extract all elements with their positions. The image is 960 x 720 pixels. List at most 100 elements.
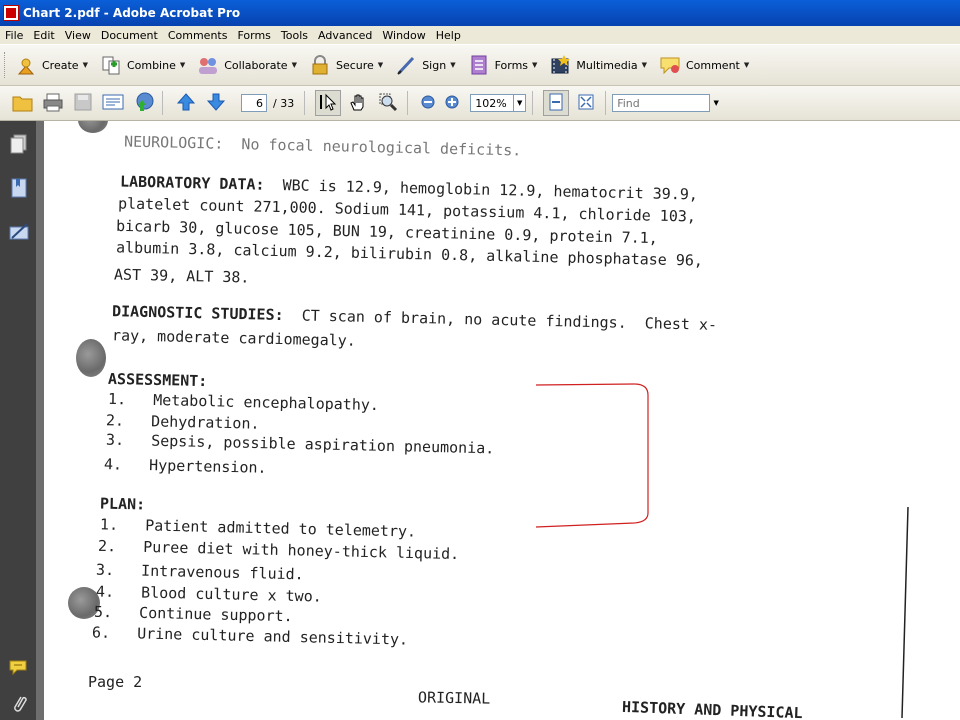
zoom-level-input[interactable] [470, 94, 515, 112]
bookmarks-panel-button[interactable] [8, 177, 30, 201]
zoom-in-button[interactable] [442, 90, 462, 116]
comment-icon [659, 54, 681, 76]
next-page-button[interactable] [203, 90, 229, 116]
plan-item: 1. Patient admitted to telemetry. [99, 515, 417, 541]
red-bracket-annotation[interactable] [534, 379, 654, 531]
assessment-item: 3. Sepsis, possible aspiration pneumonia… [105, 430, 495, 458]
comments-panel-button[interactable] [8, 657, 30, 681]
chevron-down-icon: ▼ [517, 99, 523, 107]
signature-icon [8, 221, 30, 246]
zoom-out-button[interactable] [418, 90, 438, 116]
toolbar-separator [407, 91, 409, 115]
menu-document[interactable]: Document [96, 29, 163, 42]
fit-width-icon [546, 92, 566, 115]
marquee-zoom-button[interactable] [375, 90, 401, 116]
margin-line [901, 506, 909, 719]
navigation-panel [0, 121, 36, 720]
attachments-panel-button[interactable] [8, 693, 30, 717]
menu-advanced[interactable]: Advanced [313, 29, 377, 42]
comments-icon [8, 658, 30, 681]
select-tool-button[interactable] [315, 90, 342, 116]
menu-help[interactable]: Help [431, 29, 466, 42]
lab-data-line-5: AST 39, ALT 38. [113, 265, 250, 287]
scanned-page: NEUROLOGIC: No focal neurological defici… [44, 121, 960, 720]
panel-splitter[interactable] [36, 121, 44, 720]
multimedia-button[interactable]: Multimedia ▼ [549, 51, 647, 79]
multimedia-icon [549, 54, 571, 76]
open-button[interactable] [10, 90, 36, 116]
assessment-label: ASSESSMENT: [107, 369, 208, 391]
email-button[interactable] [100, 90, 126, 116]
navigation-toolbar: / 33 ▼ ▼ [0, 86, 960, 121]
toolbar-separator [605, 91, 607, 115]
toolbar-separator [304, 91, 306, 115]
sign-button[interactable]: Sign ▼ [395, 51, 456, 79]
assessment-item: 2. Dehydration. [105, 411, 260, 433]
bookmark-icon [9, 177, 29, 202]
comment-button[interactable]: Comment ▼ [659, 51, 749, 79]
menu-comments[interactable]: Comments [163, 29, 233, 42]
collaborate-button[interactable]: Collaborate ▼ [197, 51, 297, 79]
save-button[interactable] [70, 90, 96, 116]
chevron-down-icon: ▼ [743, 61, 750, 69]
diagnostic-line-2: ray, moderate cardiomegaly. [111, 326, 357, 350]
menu-forms[interactable]: Forms [232, 29, 275, 42]
document-view[interactable]: NEUROLOGIC: No focal neurological defici… [44, 121, 960, 720]
secure-button[interactable]: Secure ▼ [309, 51, 383, 79]
zoom-dropdown-button[interactable]: ▼ [514, 94, 527, 112]
chevron-down-icon: ▼ [641, 61, 647, 69]
page-label: Page 2 [88, 673, 143, 691]
upload-button[interactable] [130, 90, 156, 116]
neurologic-line: NEUROLOGIC: No focal neurological defici… [123, 132, 522, 160]
print-button[interactable] [40, 90, 66, 116]
punch-hole [76, 339, 106, 377]
tasks-toolbar: Create ▼ Combine ▼ Collaborate ▼ Secure ▼ Si… [0, 45, 960, 86]
find-input[interactable] [612, 94, 711, 112]
menu-view[interactable]: View [60, 29, 96, 42]
create-button[interactable]: Create ▼ [15, 51, 88, 79]
magnifier-icon [378, 92, 398, 115]
forms-button[interactable]: Forms ▼ [468, 51, 538, 79]
lock-icon [309, 54, 331, 76]
menu-file[interactable]: File [0, 29, 28, 42]
previous-page-button[interactable] [173, 90, 199, 116]
assessment-item: 4. Hypertension. [103, 455, 267, 477]
toolbar-separator [532, 91, 534, 115]
original-stamp: ORIGINAL [417, 688, 491, 708]
chevron-down-icon: ▼ [377, 61, 384, 69]
plan-item: 2. Puree diet with honey-thick liquid. [97, 536, 460, 564]
arrow-up-icon [176, 92, 196, 115]
full-screen-button[interactable] [573, 90, 599, 116]
plan-item: 4. Blood culture x two. [95, 582, 322, 606]
find-dropdown-button[interactable]: ▼ [710, 94, 722, 112]
signatures-panel-button[interactable] [8, 221, 30, 245]
page-number-input[interactable] [241, 94, 267, 112]
window-title: Chart 2.pdf - Adobe Acrobat Pro [23, 6, 241, 20]
acrobat-app-icon [3, 5, 19, 21]
title-bar: Chart 2.pdf - Adobe Acrobat Pro [0, 0, 960, 26]
chevron-down-icon: ▼ [179, 61, 186, 69]
combine-button[interactable]: Combine ▼ [100, 51, 185, 79]
globe-upload-icon [132, 91, 154, 116]
menu-window[interactable]: Window [377, 29, 430, 42]
diagnostic-studies-label: DIAGNOSTIC STUDIES: [111, 302, 284, 325]
menu-edit[interactable]: Edit [28, 29, 59, 42]
printer-icon [42, 92, 64, 115]
scrolling-mode-button[interactable] [543, 90, 570, 116]
zoom-in-icon [444, 94, 460, 113]
hand-tool-button[interactable] [345, 90, 371, 116]
paperclip-icon [9, 693, 29, 718]
hand-icon [348, 92, 368, 115]
chevron-down-icon: ▼ [532, 61, 538, 69]
chevron-down-icon: ▼ [82, 61, 88, 69]
toolbar-grip[interactable] [4, 52, 9, 78]
chevron-down-icon: ▼ [291, 61, 297, 69]
chevron-down-icon: ▼ [450, 61, 456, 69]
forms-icon [468, 54, 490, 76]
page-total: / 33 [273, 96, 295, 110]
plan-item: 3. Intravenous fluid. [95, 560, 304, 584]
plan-item: 5. Continue support. [93, 602, 293, 626]
menu-tools[interactable]: Tools [276, 29, 313, 42]
pages-panel-button[interactable] [8, 133, 30, 157]
folder-icon [12, 92, 34, 115]
